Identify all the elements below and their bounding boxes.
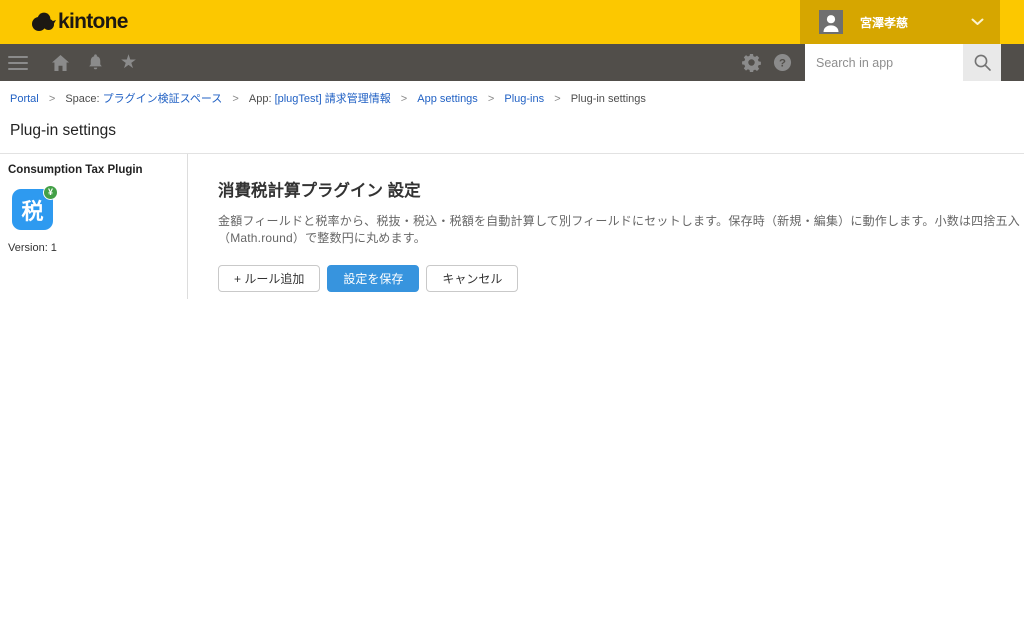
svg-text:?: ? — [779, 57, 786, 69]
user-menu[interactable]: 宮澤孝慈 — [800, 0, 1000, 44]
plugin-name: Consumption Tax Plugin — [8, 164, 179, 176]
toolbar: ★ ? — [0, 44, 1024, 81]
kintone-logo-icon — [30, 10, 56, 34]
chevron-down-icon — [971, 18, 984, 26]
kintone-logo[interactable]: kintone — [30, 10, 128, 34]
search-button[interactable] — [963, 44, 1001, 81]
breadcrumb-separator: > — [49, 93, 55, 105]
breadcrumb-separator: > — [554, 93, 560, 105]
help-icon[interactable]: ? — [773, 44, 792, 81]
favorites-star-icon[interactable]: ★ — [120, 44, 137, 81]
home-icon[interactable] — [51, 44, 70, 81]
settings-gear-icon[interactable] — [742, 44, 761, 81]
search-icon — [973, 53, 992, 72]
settings-heading: 消費税計算プラグイン 設定 — [218, 177, 1024, 201]
content: Consumption Tax Plugin 税 ¥ Version: 1 消費… — [0, 154, 1024, 299]
breadcrumb: Portal > Space: プラグイン検証スペース > App: [plug… — [0, 81, 1024, 106]
breadcrumb-separator: > — [401, 93, 407, 105]
plugin-icon: 税 ¥ — [12, 189, 53, 230]
notifications-bell-icon[interactable] — [87, 44, 104, 81]
yen-badge-icon: ¥ — [43, 185, 58, 200]
breadcrumb-item-app-settings[interactable]: App settings — [417, 93, 478, 105]
toolbar-right: ? — [742, 44, 1001, 81]
breadcrumb-separator: > — [232, 93, 238, 105]
breadcrumb-item-space[interactable]: Space: プラグイン検証スペース — [65, 93, 222, 105]
tax-kanji-icon: 税 — [21, 194, 43, 226]
settings-actions: + ルール追加 設定を保存 キャンセル — [218, 265, 1024, 292]
add-rule-button[interactable]: + ルール追加 — [218, 265, 320, 292]
save-settings-button[interactable]: 設定を保存 — [327, 265, 419, 292]
settings-description: 金額フィールドと税率から、税抜・税込・税額を自動計算して別フィールドにセットしま… — [218, 212, 1024, 246]
person-icon — [819, 10, 843, 34]
plugin-version: Version: 1 — [8, 242, 179, 254]
search-input[interactable] — [805, 44, 963, 81]
user-avatar — [819, 10, 843, 34]
plugin-sidebar: Consumption Tax Plugin 税 ¥ Version: 1 — [0, 154, 188, 299]
breadcrumb-item-plugins[interactable]: Plug-ins — [504, 93, 544, 105]
breadcrumb-separator: > — [488, 93, 494, 105]
menu-icon[interactable] — [8, 56, 28, 70]
kintone-logo-text: kintone — [58, 10, 128, 34]
breadcrumb-item-portal[interactable]: Portal — [10, 93, 39, 105]
plugin-settings-panel: 消費税計算プラグイン 設定 金額フィールドと税率から、税抜・税込・税額を自動計算… — [188, 154, 1024, 299]
page-title: Plug-in settings — [10, 122, 1014, 140]
search-box — [805, 44, 1001, 81]
user-name: 宮澤孝慈 — [860, 14, 971, 31]
breadcrumb-item-current: Plug-in settings — [571, 93, 646, 105]
breadcrumb-item-app[interactable]: App: [plugTest] 請求管理情報 — [249, 93, 391, 105]
cancel-button[interactable]: キャンセル — [426, 265, 518, 292]
app-header: kintone 宮澤孝慈 — [0, 0, 1024, 44]
